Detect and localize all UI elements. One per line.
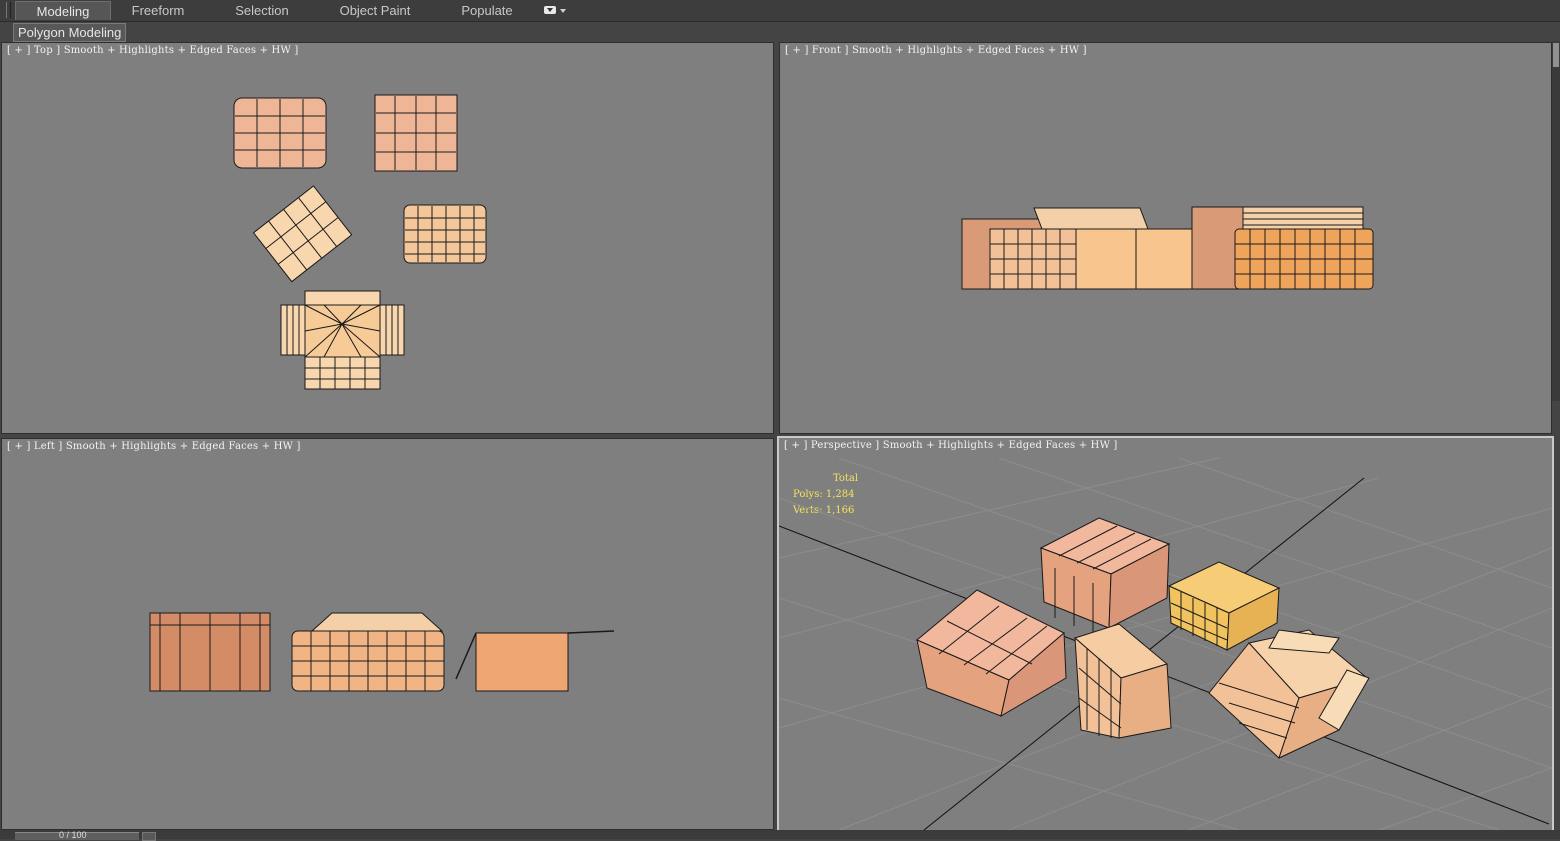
- time-next-button[interactable]: [142, 832, 156, 841]
- tab-populate[interactable]: Populate: [450, 1, 524, 20]
- ribbon-options-icon[interactable]: [543, 4, 569, 17]
- front-boxes: [961, 206, 1374, 290]
- tab-freeform[interactable]: Freeform: [118, 1, 198, 20]
- left-boxes: [149, 612, 615, 692]
- front-view-scene: [961, 206, 1374, 290]
- perspective-view-scene: [779, 457, 1552, 830]
- viewport-perspective[interactable]: [ + ] Perspective ] Smooth + Highlights …: [777, 436, 1554, 832]
- box-top-1: [233, 97, 327, 169]
- box-top-3: [252, 185, 353, 283]
- scroll-thumb[interactable]: [1553, 43, 1559, 67]
- top-view-scene: [233, 94, 487, 390]
- tab-modeling[interactable]: Modeling: [15, 1, 111, 20]
- status-bar: 0 / 100: [0, 830, 1560, 841]
- left-view-scene: [149, 612, 615, 692]
- box-top-2: [374, 94, 458, 172]
- perspective-grid: [779, 457, 1552, 830]
- tab-object-paint[interactable]: Object Paint: [330, 1, 420, 20]
- viewport-left[interactable]: [ + ] Left ] Smooth + Highlights + Edged…: [1, 438, 774, 830]
- viewport-scrollbar[interactable]: [1552, 41, 1560, 401]
- perspective-boxes: [916, 517, 1370, 759]
- ribbon-grip[interactable]: [6, 2, 11, 18]
- viewport-front[interactable]: [ + ] Front ] Smooth + Highlights + Edge…: [779, 42, 1552, 434]
- tab-selection[interactable]: Selection: [220, 1, 304, 20]
- world-axes: [779, 477, 1550, 830]
- box-top-4: [403, 204, 487, 264]
- box-top-5-open: [280, 290, 405, 390]
- viewport-top[interactable]: [ + ] Top ] Smooth + Highlights + Edged …: [1, 42, 774, 434]
- ribbon-panel-bar: Polygon Modeling: [0, 22, 1560, 42]
- polygon-modeling-button[interactable]: Polygon Modeling: [13, 23, 127, 42]
- ribbon-bar: Modeling Freeform Selection Object Paint…: [0, 0, 1560, 22]
